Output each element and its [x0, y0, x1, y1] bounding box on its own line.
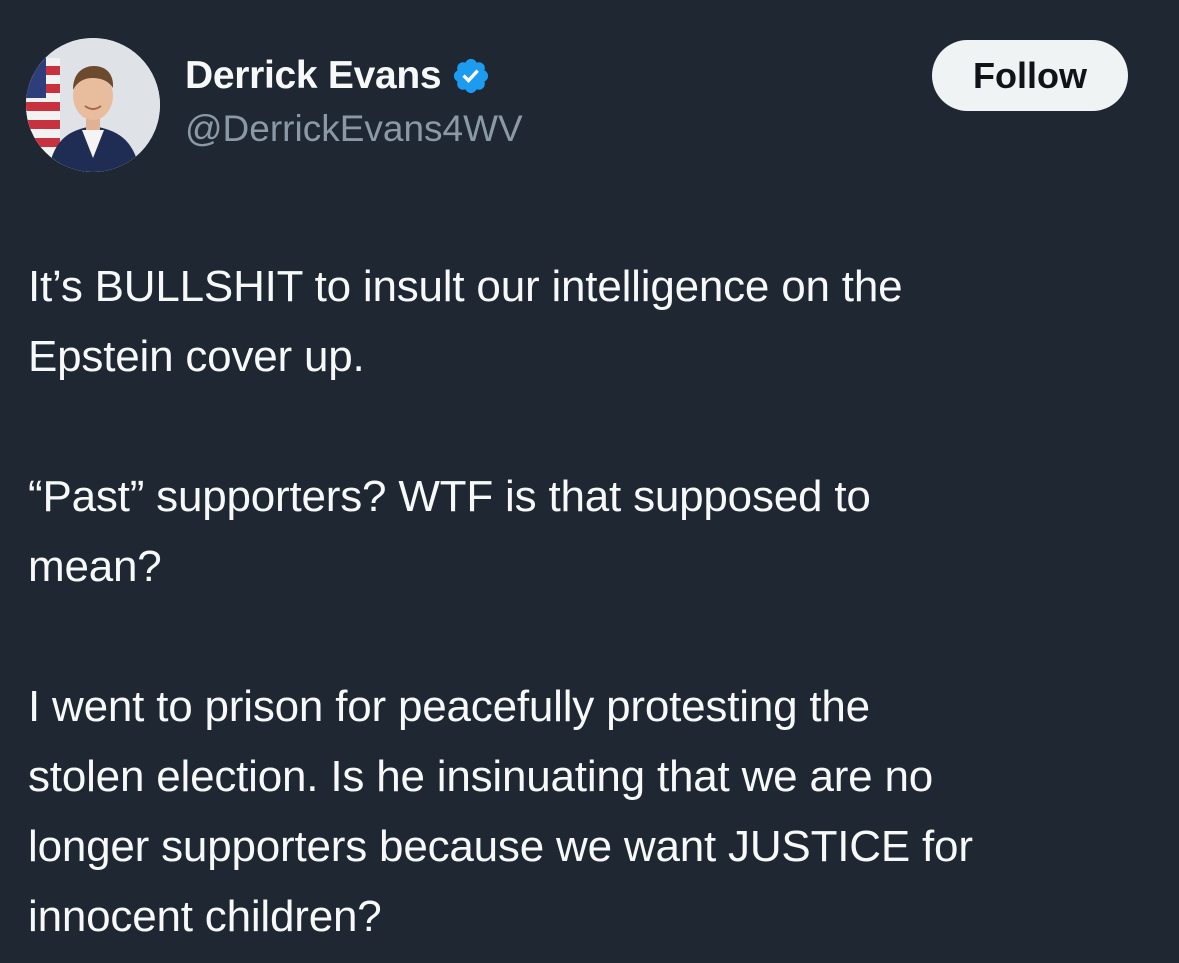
tweet-text: It’s BULLSHIT to insult our intelligence… [28, 252, 1138, 952]
tweet-text-line: “Past” supporters? WTF is that supposed … [28, 472, 871, 521]
tweet-text-line: It’s BULLSHIT to insult our intelligence… [28, 262, 903, 311]
author-display-name[interactable]: Derrick Evans [185, 54, 442, 98]
tweet-paragraph: I went to prison for peacefully protesti… [28, 672, 1138, 952]
follow-button[interactable]: Follow [932, 40, 1128, 111]
avatar-photo-icon [26, 38, 160, 172]
author-name-row: Derrick Evans [185, 52, 523, 100]
tweet-text-line: innocent children? [28, 892, 382, 941]
author-handle[interactable]: @DerrickEvans4WV [185, 108, 523, 150]
tweet-text-line: mean? [28, 542, 162, 591]
tweet-text-line: longer supporters because we want JUSTIC… [28, 822, 973, 871]
tweet-paragraph: “Past” supporters? WTF is that supposed … [28, 462, 1138, 602]
author-avatar[interactable] [26, 38, 160, 172]
verified-badge-icon[interactable] [451, 56, 491, 96]
tweet-text-line: stolen election. Is he insinuating that … [28, 752, 934, 801]
tweet-text-line: Epstein cover up. [28, 332, 365, 381]
tweet-card: Derrick Evans @DerrickEvans4WV Follow It… [0, 0, 1179, 963]
tweet-text-line: I went to prison for peacefully protesti… [28, 682, 870, 731]
author-info: Derrick Evans @DerrickEvans4WV [185, 52, 523, 150]
tweet-paragraph: It’s BULLSHIT to insult our intelligence… [28, 252, 1138, 392]
